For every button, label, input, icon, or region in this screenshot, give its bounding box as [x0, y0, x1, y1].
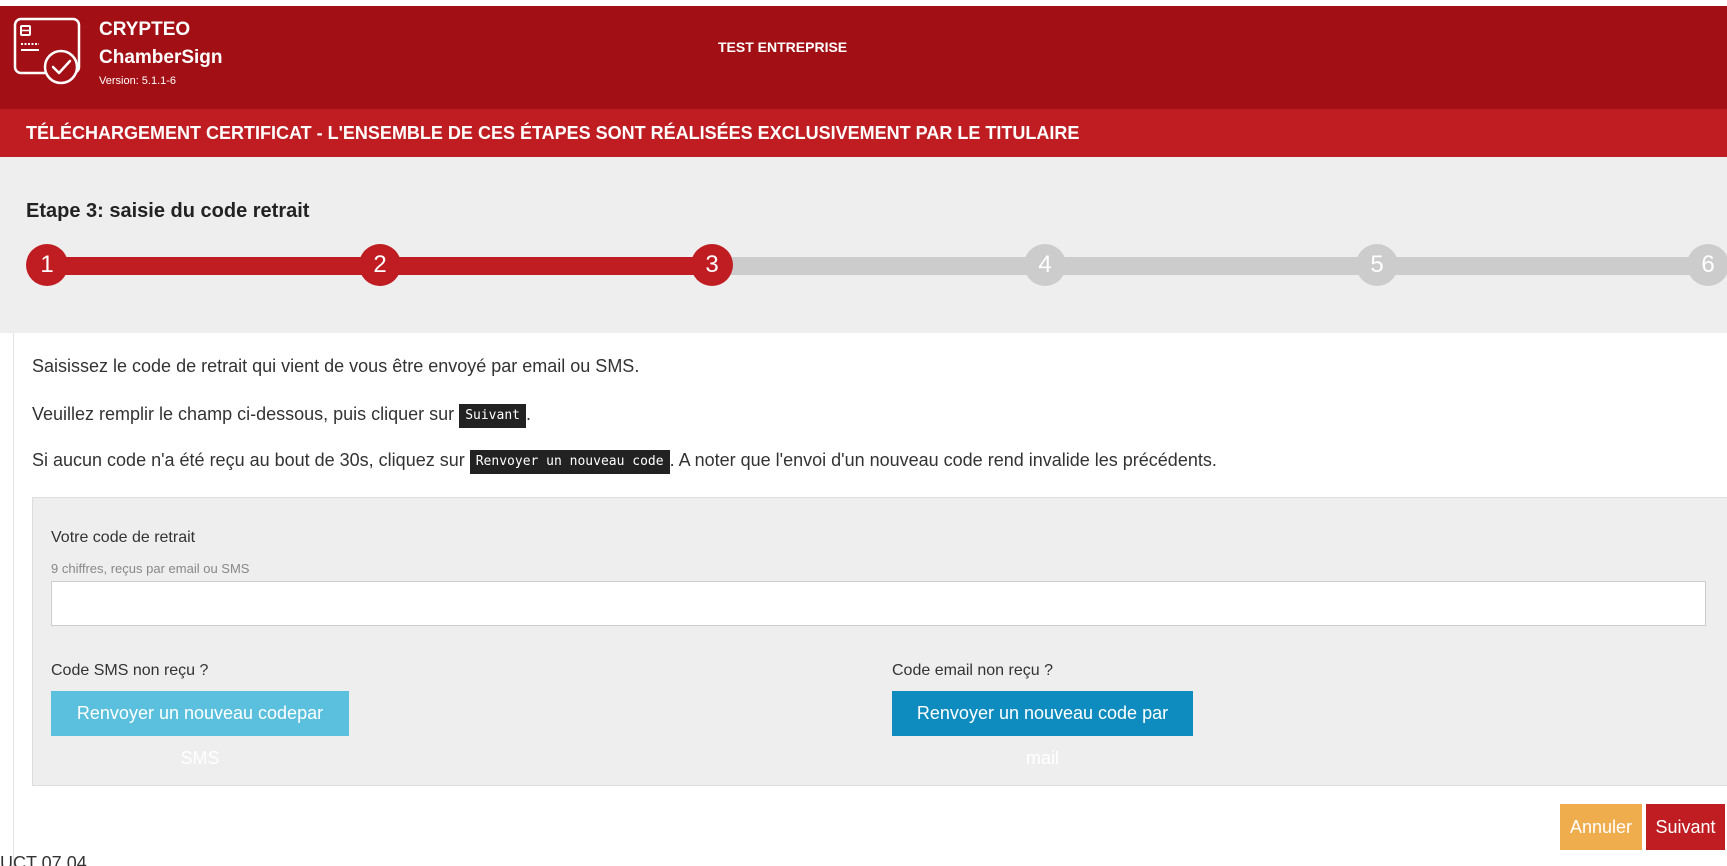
step-2: 2 [359, 244, 401, 286]
page-title: TÉLÉCHARGEMENT CERTIFICAT - L'ENSEMBLE D… [0, 109, 1727, 157]
code-form: Votre code de retrait 9 chiffres, reçus … [32, 497, 1727, 786]
instruction-text: Veuillez remplir le champ ci-dessous, pu… [32, 404, 460, 424]
email-not-received-label: Code email non reçu ? [892, 662, 1053, 679]
step-6: 6 [1687, 244, 1727, 286]
content-panel: Saisissez le code de retrait qui vient d… [13, 333, 1727, 866]
brand-line1: CRYPTEO [99, 19, 191, 40]
stepper-section: Etape 3: saisie du code retrait 1 2 3 4 … [0, 157, 1727, 333]
page: CRYPTEO ChamberSign Version: 5.1.1-6 TES… [0, 0, 1727, 866]
instruction-line-3: Si aucun code n'a été reçu au bout de 30… [32, 450, 1217, 474]
stepper-progress-remaining [712, 257, 1712, 275]
inline-code-suivant: Suivant [459, 404, 526, 428]
step-4: 4 [1024, 244, 1066, 286]
instruction-text: . [525, 404, 531, 424]
next-button[interactable]: Suivant [1646, 804, 1725, 850]
brand-line2: ChamberSign [99, 47, 223, 68]
certificate-check-icon [13, 17, 89, 87]
company-name: TEST ENTREPRISE [718, 39, 848, 55]
brand-block: CRYPTEO ChamberSign Version: 5.1.1-6 [99, 16, 223, 89]
instruction-line-2: Veuillez remplir le champ ci-dessous, pu… [32, 404, 531, 428]
resend-sms-button[interactable]: Renvoyer un nouveau codepar SMS [51, 691, 349, 768]
footer-fragment: UCT 07 04 [0, 853, 87, 866]
instruction-text: Si aucun code n'a été reçu au bout de 30… [32, 450, 470, 470]
app-header: CRYPTEO ChamberSign Version: 5.1.1-6 TES… [0, 6, 1727, 109]
withdrawal-code-input[interactable] [51, 581, 1706, 626]
cancel-button[interactable]: Annuler [1560, 804, 1642, 850]
sms-not-received-label: Code SMS non reçu ? [51, 662, 209, 679]
code-label: Votre code de retrait [51, 529, 196, 546]
inline-code-renvoyer: Renvoyer un nouveau code [469, 450, 670, 474]
instruction-text: . A noter que l'envoi d'un nouveau code … [669, 450, 1217, 470]
step-heading: Etape 3: saisie du code retrait [26, 200, 310, 222]
step-1: 1 [26, 244, 68, 286]
app-version: Version: 5.1.1-6 [99, 75, 177, 87]
instruction-line-1: Saisissez le code de retrait qui vient d… [32, 356, 640, 376]
step-5: 5 [1356, 244, 1398, 286]
step-3: 3 [691, 244, 733, 286]
code-help-text: 9 chiffres, reçus par email ou SMS [51, 561, 250, 576]
resend-email-button[interactable]: Renvoyer un nouveau code par mail [892, 691, 1193, 768]
